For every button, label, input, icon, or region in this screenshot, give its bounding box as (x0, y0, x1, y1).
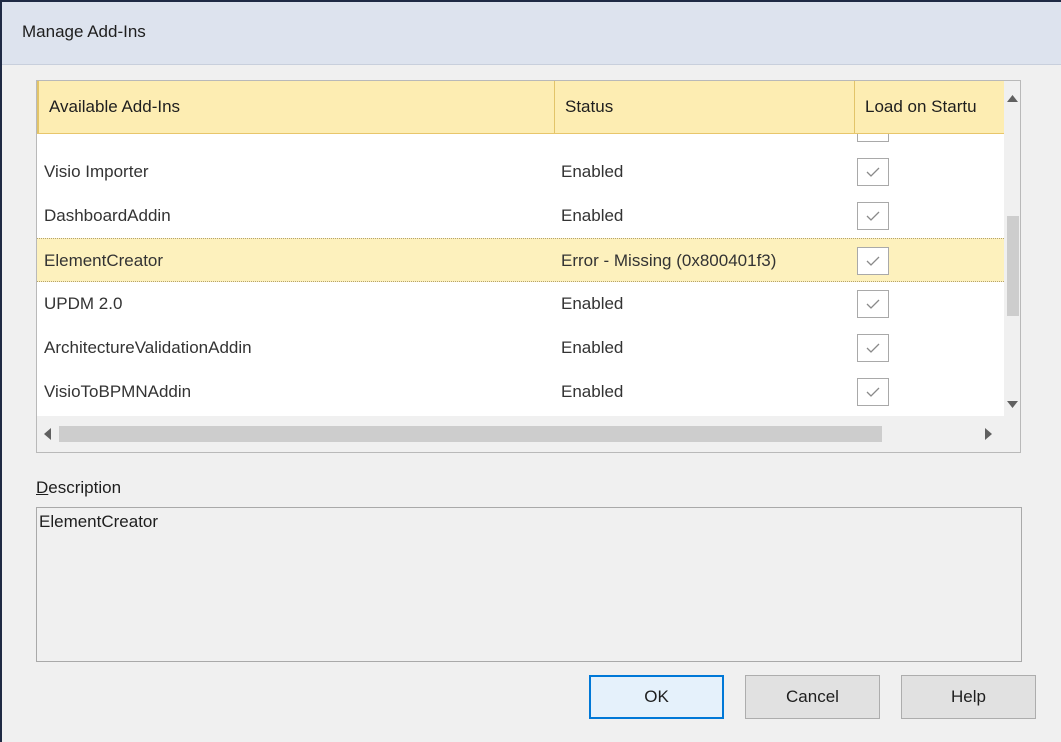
dialog-title: Manage Add-Ins (22, 22, 146, 41)
load-on-startup-checkbox[interactable] (857, 202, 889, 230)
add-in-status: Enabled (561, 134, 861, 150)
checkmark-icon (866, 387, 880, 397)
vertical-scroll-thumb[interactable] (1007, 216, 1019, 316)
table-row[interactable]: ElementCreator Error - Missing (0x800401f… (37, 238, 1004, 282)
add-in-name: Visio Importer (44, 162, 149, 181)
table-row[interactable]: UPDM 2.0 Enabled (37, 282, 1004, 326)
checkmark-icon (866, 211, 880, 221)
add-in-name: TOGAF (44, 134, 554, 150)
load-on-startup-checkbox[interactable] (857, 378, 889, 406)
load-on-startup-checkbox[interactable] (857, 334, 889, 362)
add-ins-list[interactable]: Available Add-Ins Status Load on Startu … (36, 80, 1021, 453)
load-on-startup-checkbox[interactable] (857, 158, 889, 186)
scroll-up-arrow-icon[interactable] (1004, 87, 1020, 109)
add-in-status: Error - Missing (0x800401f3) (561, 251, 777, 270)
ok-button[interactable]: OK (589, 675, 724, 719)
table-row[interactable]: DashboardAddin Enabled (37, 194, 1004, 238)
list-rows: TOGAFEnabledVisio ImporterEnabledDashboa… (37, 134, 1004, 416)
add-in-status: Enabled (561, 162, 624, 181)
add-in-name: DashboardAddin (44, 206, 171, 225)
list-header: Available Add-Ins Status Load on Startu (37, 81, 1004, 134)
add-in-name: VisioToBPMNAddin (44, 382, 192, 401)
help-button[interactable]: Help (901, 675, 1036, 719)
add-in-status: Enabled (561, 338, 624, 357)
checkmark-icon (866, 256, 880, 266)
horizontal-scrollbar[interactable] (37, 416, 1004, 452)
add-in-name: ArchitectureValidationAddin (44, 338, 252, 357)
add-in-name: ElementCreator (44, 251, 164, 270)
description-field[interactable]: ElementCreator (36, 507, 1022, 662)
cancel-button[interactable]: Cancel (745, 675, 880, 719)
column-header-available-add-ins[interactable]: Available Add-Ins (37, 81, 555, 133)
add-in-status: Enabled (561, 382, 624, 401)
description-label: Description (36, 478, 121, 498)
vertical-scrollbar[interactable] (1004, 81, 1020, 416)
table-row[interactable]: ArchitectureValidationAddin Enabled (37, 326, 1004, 370)
table-row[interactable]: VisioToBPMNAddin Enabled (37, 370, 1004, 414)
add-in-status: Enabled (561, 206, 624, 225)
table-row[interactable]: Visio Importer Enabled (37, 150, 1004, 194)
horizontal-scroll-thumb[interactable] (59, 426, 882, 442)
title-bar: Manage Add-Ins (2, 2, 1061, 65)
column-header-status[interactable]: Status (555, 81, 855, 133)
load-on-startup-checkbox[interactable] (857, 290, 889, 318)
add-in-name: UPDM 2.0 (44, 294, 123, 313)
load-on-startup-checkbox[interactable] (857, 247, 889, 275)
scroll-right-arrow-icon[interactable] (977, 416, 999, 452)
checkmark-icon (866, 343, 880, 353)
description-label-text: escription (48, 478, 122, 497)
table-row[interactable]: TOGAF Enabled (37, 134, 1004, 150)
scroll-left-arrow-icon[interactable] (37, 416, 59, 452)
checkmark-icon (866, 299, 880, 309)
manage-add-ins-dialog: Manage Add-Ins Available Add-Ins Status … (0, 0, 1061, 742)
load-on-startup-checkbox[interactable] (857, 134, 889, 142)
add-in-status: Enabled (561, 294, 624, 313)
scrollbar-corner (1004, 416, 1020, 452)
scroll-down-arrow-icon[interactable] (1004, 394, 1020, 416)
checkmark-icon (866, 167, 880, 177)
description-label-mnemonic: D (36, 478, 49, 497)
column-header-load-on-startup[interactable]: Load on Startu (855, 81, 1004, 133)
